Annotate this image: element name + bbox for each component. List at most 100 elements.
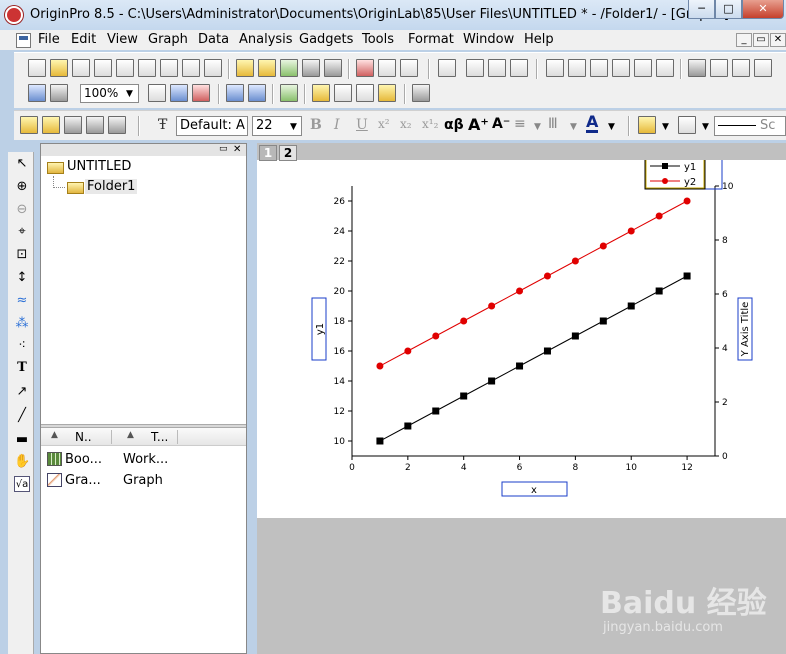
italic-button[interactable]: I [334,117,340,133]
draw-data-icon[interactable]: ≈ [14,293,30,309]
greek-button[interactable]: αβ [444,117,464,133]
axis-left-icon[interactable] [590,59,608,77]
superscript-button[interactable]: x² [378,117,390,131]
chevron-down-icon[interactable]: ▼ [702,122,709,132]
column-divider[interactable] [111,430,112,444]
results-log-icon[interactable] [312,84,330,102]
menu-analysis[interactable]: Analysis [239,32,293,47]
layer-tab-1[interactable]: 1 [259,145,277,161]
new-project-icon[interactable] [28,59,46,77]
explorer-close-icon[interactable]: ✕ [233,144,241,155]
subscript-button[interactable]: x₂ [400,117,412,131]
merge-graphs-icon[interactable] [488,59,506,77]
pin-icon[interactable]: ▭ [219,144,228,155]
menu-graph[interactable]: Graph [148,32,188,47]
movie-icon[interactable] [732,59,750,77]
menu-gadgets[interactable]: Gadgets [299,32,353,47]
lock-icon[interactable] [64,116,82,134]
data-selector-icon[interactable]: ↕ [14,270,30,286]
menu-file[interactable]: File [38,32,60,47]
column-divider[interactable] [177,430,178,444]
menu-window[interactable]: Window [463,32,514,47]
mdi-minimize-button[interactable]: _ [736,33,752,47]
save-project-icon[interactable] [302,59,320,77]
regional-mask-icon[interactable]: ⁂ [14,316,30,332]
layer-icon[interactable] [466,59,484,77]
column-list-icon[interactable] [688,59,706,77]
scatter-points-icon[interactable]: ⁖ [14,338,30,354]
zoom-in-icon[interactable]: ⊕ [14,179,30,195]
origin-app-icon[interactable] [5,6,23,24]
menu-edit[interactable]: Edit [71,32,96,47]
print-icon[interactable] [148,84,166,102]
line-tool-icon[interactable]: ╱ [14,408,30,424]
add-column-icon[interactable] [710,59,728,77]
clock-icon[interactable] [754,59,772,77]
new-graph-icon[interactable] [116,59,134,77]
open-template-icon[interactable] [258,59,276,77]
layer-tab-2[interactable]: 2 [279,145,297,161]
zoom-out-icon[interactable]: ⊖ [14,202,30,218]
import-wizard-icon[interactable] [356,59,374,77]
chevron-down-icon[interactable]: ▼ [570,122,577,132]
axis-grid-icon[interactable] [656,59,674,77]
export-page-icon[interactable] [192,84,210,102]
tree-item-folder1[interactable]: Folder1 [85,179,138,194]
chevron-down-icon[interactable]: ▼ [126,89,133,99]
mask-point-icon[interactable] [86,116,104,134]
line-color-icon[interactable] [678,116,696,134]
arrow-tool-icon[interactable]: ↗ [14,384,30,400]
mdi-close-button[interactable]: ✕ [770,33,786,47]
arrange-layers-icon[interactable] [510,59,528,77]
plot-area[interactable]: 0 2 4 6 8 10 121012141618202224260246810xy1 Y A… [257,160,786,518]
menu-help[interactable]: Help [524,32,554,47]
column-header-name[interactable]: N.. [75,430,92,444]
new-function-icon[interactable] [160,59,178,77]
open-excel-icon[interactable] [280,59,298,77]
bar-icon[interactable]: Ⅲ [548,116,558,132]
import-multiple-ascii-icon[interactable] [400,59,418,77]
pointer-icon[interactable]: ↖ [14,156,30,172]
fill-color-icon[interactable] [638,116,656,134]
list-item-graph-name[interactable]: Gra... [65,473,101,488]
equation-icon[interactable]: √a [14,476,30,492]
screen-reader-icon[interactable]: ⌖ [14,224,30,240]
hand-icon[interactable]: ✋ [14,454,30,470]
duplicate-icon[interactable] [28,84,46,102]
scatter-plot-icon[interactable] [438,59,456,77]
refresh-icon[interactable] [248,84,266,102]
close-button[interactable]: ✕ [742,0,784,19]
mdi-restore-button[interactable]: ▭ [753,33,769,47]
new-matrix-icon[interactable] [138,59,156,77]
sort-up-icon[interactable]: ▲ [51,430,58,440]
supersub-button[interactable]: x¹₂ [422,117,438,131]
underline-button[interactable]: U [356,117,368,133]
new-workbook-icon[interactable] [72,59,90,77]
axis-bottom-icon[interactable] [546,59,564,77]
axis-box-icon[interactable] [634,59,652,77]
project-explorer-icon[interactable] [280,84,298,102]
font-name-select[interactable]: Default: A [176,116,248,136]
minimize-button[interactable]: ─ [688,0,715,19]
chevron-down-icon[interactable]: ▼ [290,122,297,132]
decrease-font-icon[interactable]: A⁻ [492,116,510,132]
chevron-down-icon[interactable]: ▼ [662,122,669,132]
font-color-icon[interactable]: A [586,114,599,133]
recalculate-icon[interactable] [50,84,68,102]
chevron-down-icon[interactable]: ▼ [534,122,541,132]
settings-icon[interactable] [378,84,396,102]
text-tool-icon[interactable]: T [14,360,30,376]
rectangle-tool-icon[interactable]: ▬ [14,432,30,448]
pencil-icon[interactable] [20,116,38,134]
code-builder-icon[interactable] [226,84,244,102]
menu-tools[interactable]: Tools [362,32,394,47]
data-reader-icon[interactable]: ⊡ [14,247,30,263]
sort-up-icon[interactable]: ▲ [127,430,134,440]
increase-font-icon[interactable]: A⁺ [468,115,489,134]
list-item-book-name[interactable]: Boo... [65,452,102,467]
bold-button[interactable]: B [310,117,322,133]
column-header-type[interactable]: T... [151,430,168,444]
add-toolbar-icon[interactable] [412,84,430,102]
save-template-icon[interactable] [324,59,342,77]
graph-window-icon[interactable] [16,33,31,48]
